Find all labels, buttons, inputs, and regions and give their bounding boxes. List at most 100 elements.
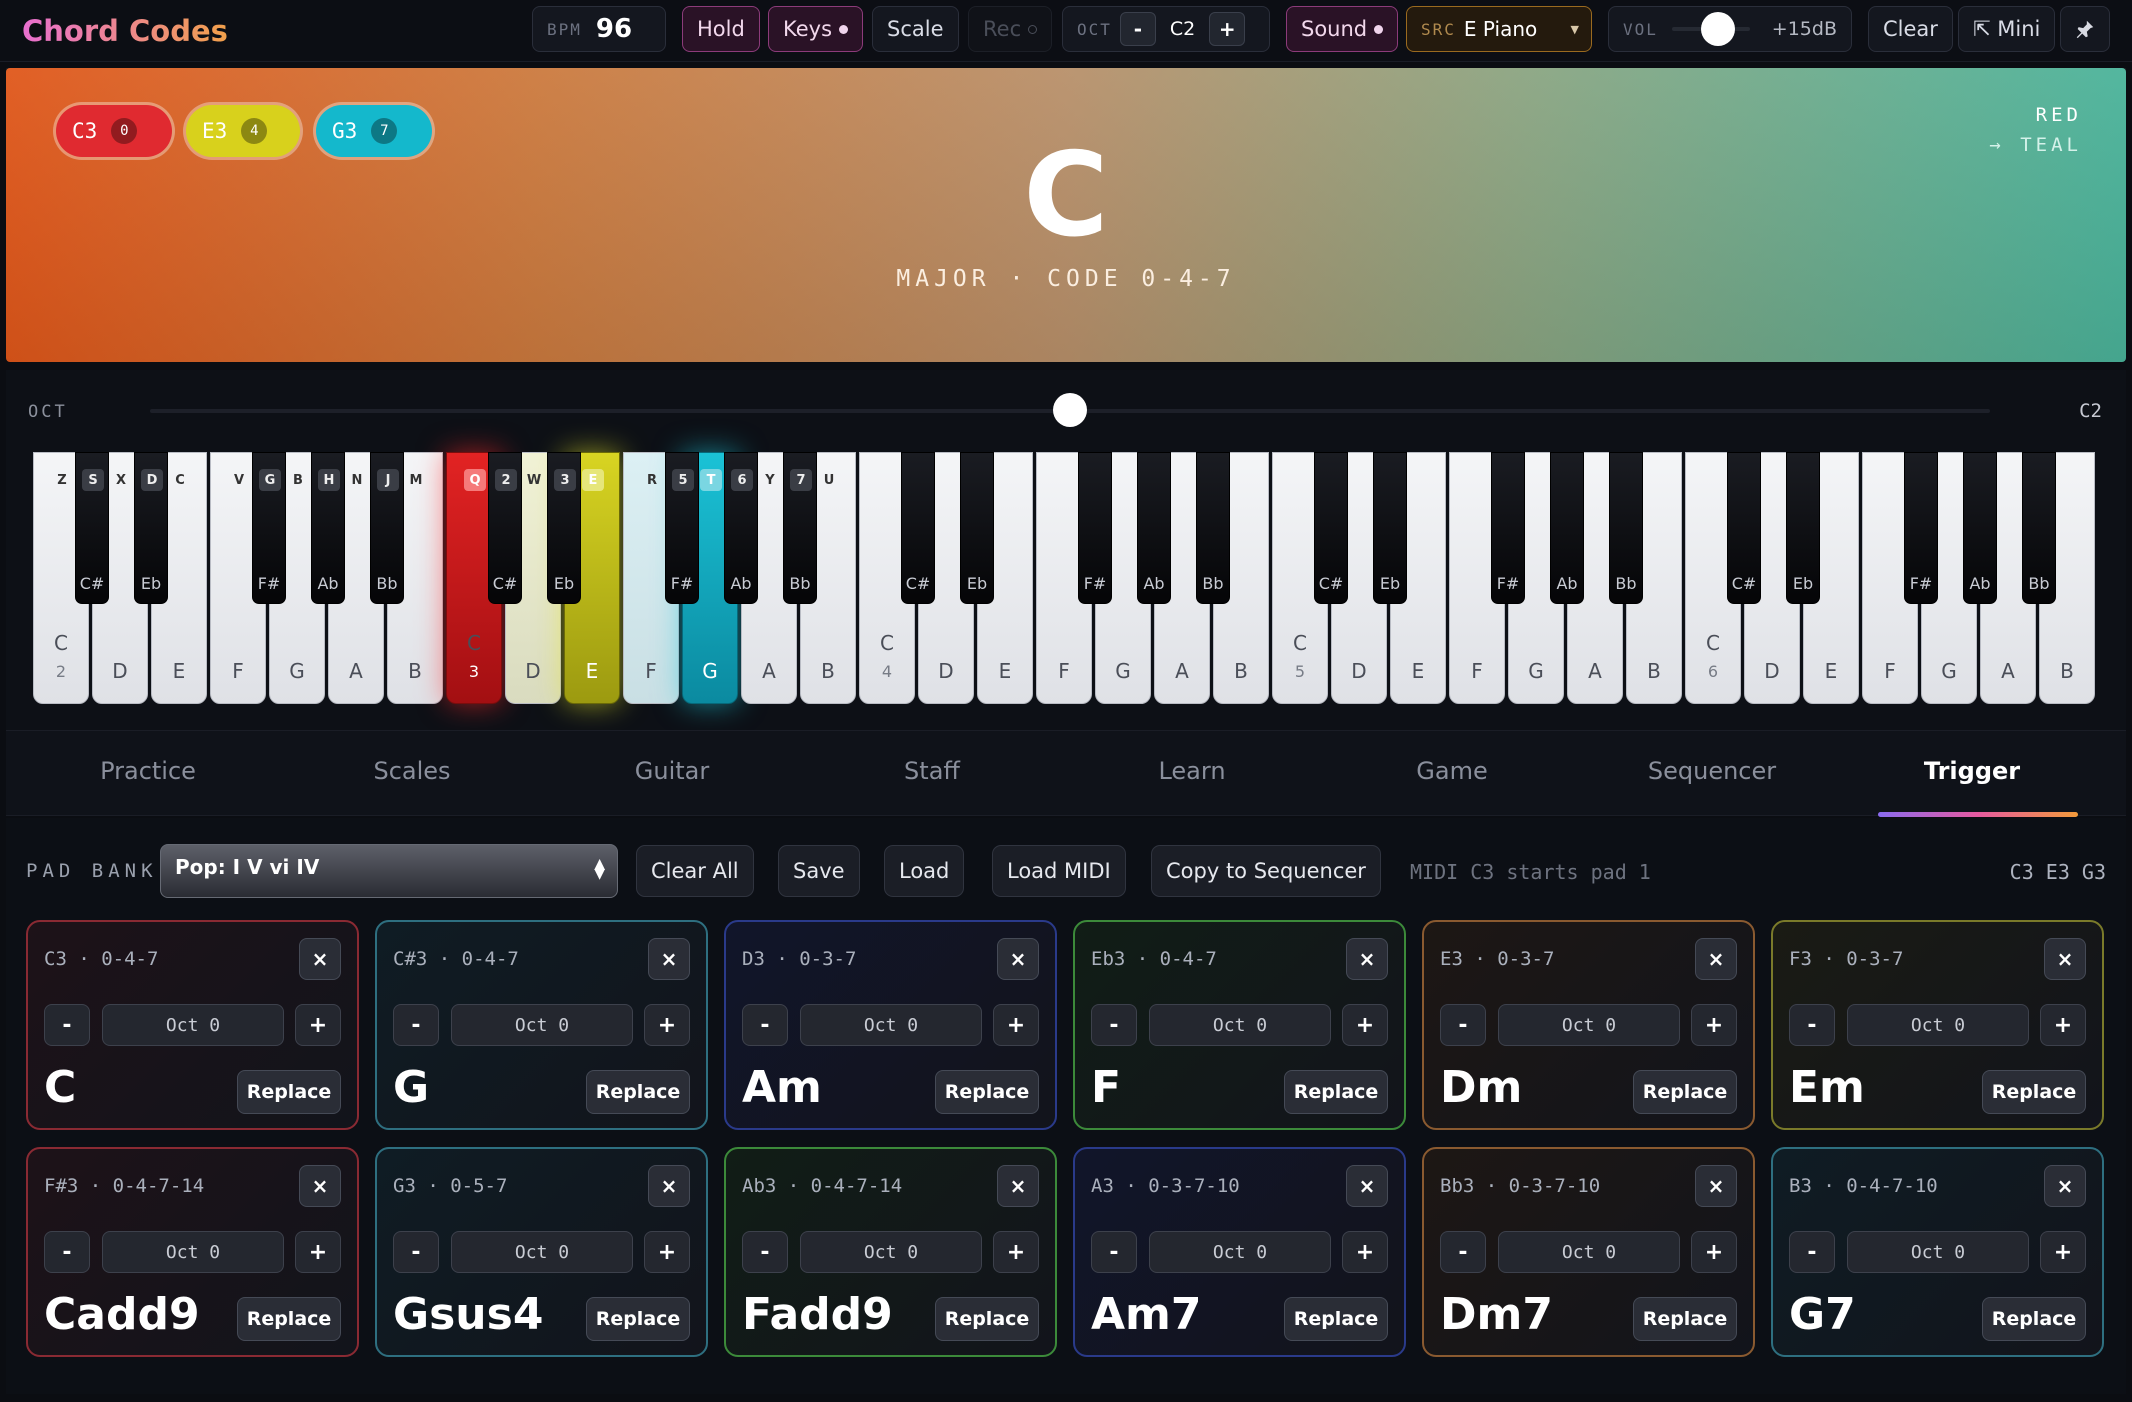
clear-all-button[interactable]: Clear All <box>636 845 754 897</box>
chord-pad[interactable]: F#3 · 0-4-7-14 × - Oct 0 + Cadd9 Replace <box>26 1147 359 1357</box>
pad-replace-button[interactable]: Replace <box>1982 1070 2086 1114</box>
oct-plus-button[interactable]: + <box>1209 12 1246 46</box>
black-key[interactable]: Eb <box>1373 452 1407 604</box>
black-key[interactable]: Bb J <box>370 452 404 604</box>
pad-replace-button[interactable]: Replace <box>1633 1297 1737 1341</box>
pad-oct-minus-button[interactable]: - <box>1789 1231 1835 1273</box>
pad-replace-button[interactable]: Replace <box>935 1297 1039 1341</box>
close-icon[interactable]: × <box>1346 938 1388 980</box>
tab-learn[interactable]: Learn <box>1062 757 1322 785</box>
pad-replace-button[interactable]: Replace <box>586 1297 690 1341</box>
pad-oct-minus-button[interactable]: - <box>1091 1004 1137 1046</box>
black-key[interactable]: F# G <box>252 452 286 604</box>
pad-oct-plus-button[interactable]: + <box>295 1231 341 1273</box>
chord-pad[interactable]: E3 · 0-3-7 × - Oct 0 + Dm Replace <box>1422 920 1755 1130</box>
black-key[interactable]: Eb <box>960 452 994 604</box>
pad-oct-plus-button[interactable]: + <box>1342 1004 1388 1046</box>
close-icon[interactable]: × <box>997 1165 1039 1207</box>
pad-oct-plus-button[interactable]: + <box>644 1004 690 1046</box>
black-key[interactable]: Bb <box>1609 452 1643 604</box>
chord-pad[interactable]: F3 · 0-3-7 × - Oct 0 + Em Replace <box>1771 920 2104 1130</box>
black-key[interactable]: C# S <box>75 452 109 604</box>
black-key[interactable]: C# <box>901 452 935 604</box>
close-icon[interactable]: × <box>1695 1165 1737 1207</box>
black-key[interactable]: C# <box>1314 452 1348 604</box>
black-key[interactable]: Ab <box>1137 452 1171 604</box>
black-key[interactable]: C# <box>1727 452 1761 604</box>
black-key[interactable]: Ab 6 <box>724 452 758 604</box>
chord-pad[interactable]: Ab3 · 0-4-7-14 × - Oct 0 + Fadd9 Replace <box>724 1147 1057 1357</box>
pad-oct-minus-button[interactable]: - <box>1440 1004 1486 1046</box>
tab-game[interactable]: Game <box>1322 757 1582 785</box>
pad-oct-plus-button[interactable]: + <box>993 1231 1039 1273</box>
clear-button[interactable]: Clear <box>1868 6 1953 52</box>
close-icon[interactable]: × <box>2044 1165 2086 1207</box>
tab-sequencer[interactable]: Sequencer <box>1582 757 1842 785</box>
pad-replace-button[interactable]: Replace <box>237 1297 341 1341</box>
black-key[interactable]: C# 2 <box>488 452 522 604</box>
close-icon[interactable]: × <box>648 938 690 980</box>
volume-slider-thumb[interactable] <box>1701 12 1736 46</box>
pad-replace-button[interactable]: Replace <box>1633 1070 1737 1114</box>
black-key[interactable]: Eb D <box>134 452 168 604</box>
pad-replace-button[interactable]: Replace <box>586 1070 690 1114</box>
pad-oct-minus-button[interactable]: - <box>393 1231 439 1273</box>
keys-button[interactable]: Keys <box>768 6 864 52</box>
pad-oct-minus-button[interactable]: - <box>742 1004 788 1046</box>
black-key[interactable]: Eb <box>1786 452 1820 604</box>
chord-pad[interactable]: Bb3 · 0-3-7-10 × - Oct 0 + Dm7 Replace <box>1422 1147 1755 1357</box>
black-key[interactable]: Bb 7 <box>783 452 817 604</box>
tab-guitar[interactable]: Guitar <box>542 757 802 785</box>
pad-oct-minus-button[interactable]: - <box>393 1004 439 1046</box>
pad-oct-plus-button[interactable]: + <box>295 1004 341 1046</box>
pad-oct-minus-button[interactable]: - <box>742 1231 788 1273</box>
load-midi-button[interactable]: Load MIDI <box>992 845 1126 897</box>
save-button[interactable]: Save <box>778 845 860 897</box>
black-key[interactable]: Ab <box>1963 452 1997 604</box>
octave-slider-thumb[interactable] <box>1053 393 1087 427</box>
pad-oct-plus-button[interactable]: + <box>1691 1231 1737 1273</box>
chord-pad[interactable]: C3 · 0-4-7 × - Oct 0 + C Replace <box>26 920 359 1130</box>
bpm-control[interactable]: BPM 96 <box>532 6 666 52</box>
chord-pad[interactable]: A3 · 0-3-7-10 × - Oct 0 + Am7 Replace <box>1073 1147 1406 1357</box>
source-select[interactable]: SRC E Piano ▼ <box>1406 6 1592 52</box>
pin-button[interactable] <box>2060 6 2110 52</box>
mini-button[interactable]: ⇱ Mini <box>1958 6 2056 52</box>
pad-oct-plus-button[interactable]: + <box>1691 1004 1737 1046</box>
pad-oct-plus-button[interactable]: + <box>2040 1231 2086 1273</box>
tab-trigger[interactable]: Trigger <box>1842 757 2102 785</box>
hold-button[interactable]: Hold <box>682 6 760 52</box>
close-icon[interactable]: × <box>1695 938 1737 980</box>
close-icon[interactable]: × <box>1346 1165 1388 1207</box>
pad-oct-minus-button[interactable]: - <box>44 1231 90 1273</box>
tab-scales[interactable]: Scales <box>282 757 542 785</box>
black-key[interactable]: F# <box>1078 452 1112 604</box>
pad-oct-minus-button[interactable]: - <box>1440 1231 1486 1273</box>
sound-button[interactable]: Sound <box>1286 6 1399 52</box>
pad-oct-plus-button[interactable]: + <box>1342 1231 1388 1273</box>
oct-minus-button[interactable]: - <box>1119 12 1156 46</box>
volume-slider[interactable] <box>1671 12 1750 46</box>
rec-button[interactable]: Rec <box>968 6 1053 52</box>
load-button[interactable]: Load <box>884 845 965 897</box>
close-icon[interactable]: × <box>299 1165 341 1207</box>
pad-replace-button[interactable]: Replace <box>935 1070 1039 1114</box>
chord-pad[interactable]: G3 · 0-5-7 × - Oct 0 + Gsus4 Replace <box>375 1147 708 1357</box>
pad-bank-select[interactable]: Pop: I V vi IV ▲ ▼ <box>160 844 618 898</box>
tab-practice[interactable]: Practice <box>18 757 278 785</box>
chord-pad[interactable]: Eb3 · 0-4-7 × - Oct 0 + F Replace <box>1073 920 1406 1130</box>
scale-button[interactable]: Scale <box>872 6 959 52</box>
pad-replace-button[interactable]: Replace <box>237 1070 341 1114</box>
black-key[interactable]: F# <box>1491 452 1525 604</box>
close-icon[interactable]: × <box>997 938 1039 980</box>
pad-replace-button[interactable]: Replace <box>1284 1070 1388 1114</box>
pad-oct-minus-button[interactable]: - <box>1789 1004 1835 1046</box>
pad-replace-button[interactable]: Replace <box>1284 1297 1388 1341</box>
black-key[interactable]: Ab <box>1550 452 1584 604</box>
tab-staff[interactable]: Staff <box>802 757 1062 785</box>
pad-oct-plus-button[interactable]: + <box>644 1231 690 1273</box>
black-key[interactable]: Eb 3 <box>547 452 581 604</box>
black-key[interactable]: Bb <box>2022 452 2056 604</box>
pad-replace-button[interactable]: Replace <box>1982 1297 2086 1341</box>
copy-to-sequencer-button[interactable]: Copy to Sequencer <box>1151 845 1381 897</box>
